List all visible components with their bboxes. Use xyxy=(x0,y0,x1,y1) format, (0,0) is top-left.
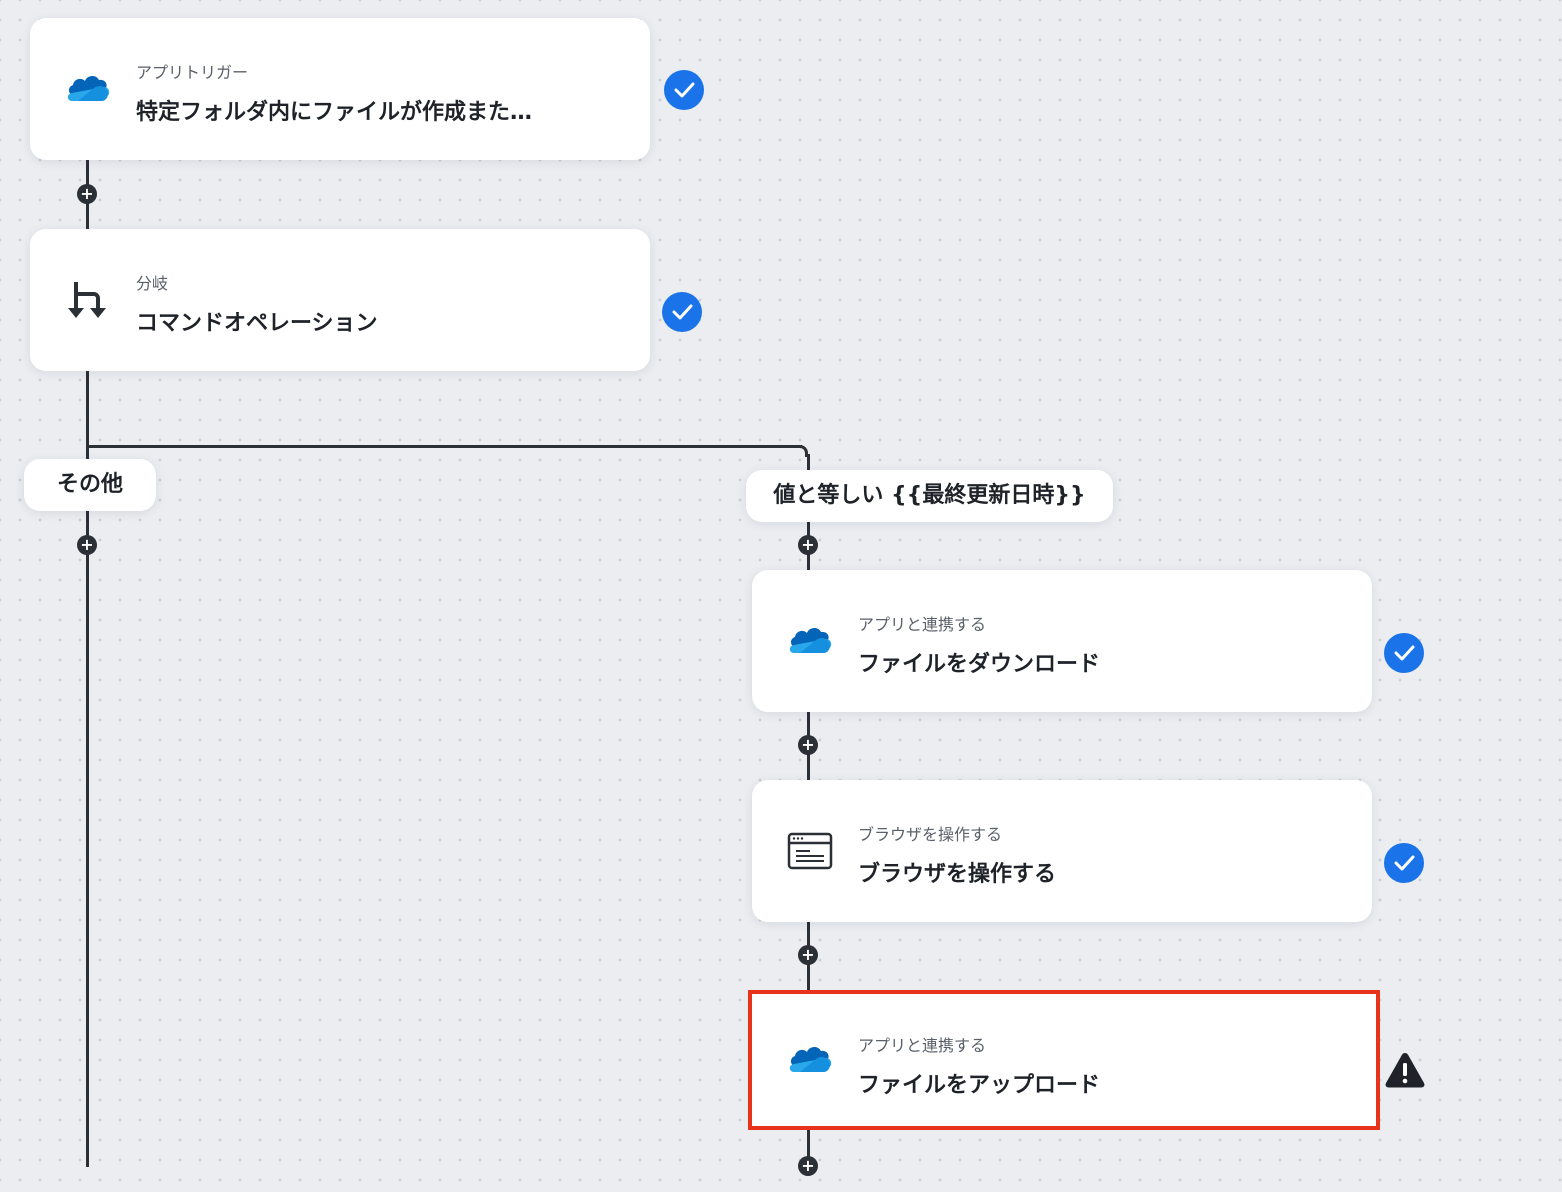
plus-icon: + xyxy=(801,535,815,554)
completed-check-badge xyxy=(664,70,704,110)
branch-icon xyxy=(68,282,106,318)
browser-window-icon xyxy=(787,832,833,870)
check-icon xyxy=(1394,855,1415,871)
branch-step-card[interactable]: 分岐 コマンドオペレーション xyxy=(30,229,650,371)
warning-icon xyxy=(1385,1053,1425,1088)
add-step-button[interactable]: + xyxy=(798,535,818,555)
plus-icon: + xyxy=(801,735,815,754)
browser-step-card[interactable]: ブラウザを操作する ブラウザを操作する xyxy=(752,780,1372,922)
download-step-card[interactable]: アプリと連携する ファイルをダウンロード xyxy=(752,570,1372,712)
branch-label-other[interactable]: その他 xyxy=(24,459,156,511)
plus-icon: + xyxy=(80,535,94,554)
plus-icon: + xyxy=(801,945,815,964)
onedrive-icon xyxy=(67,75,110,101)
branch-label-equals[interactable]: 値と等しい {{最終更新日時}} xyxy=(746,470,1113,522)
step-subtitle: アプリと連携する xyxy=(858,615,987,634)
step-subtitle: アプリトリガー xyxy=(136,63,249,82)
completed-check-badge xyxy=(1384,843,1424,883)
add-step-button[interactable]: + xyxy=(77,535,97,555)
add-step-button[interactable]: + xyxy=(798,1156,818,1176)
step-title: コマンドオペレーション xyxy=(136,311,378,336)
add-step-button[interactable]: + xyxy=(798,945,818,965)
trigger-step-card[interactable]: アプリトリガー 特定フォルダ内にファイルが作成また… xyxy=(30,18,650,160)
plus-icon: + xyxy=(80,184,94,203)
upload-step-card[interactable]: アプリと連携する ファイルをアップロード xyxy=(748,990,1380,1130)
step-subtitle: アプリと連携する xyxy=(858,1036,987,1055)
plus-icon: + xyxy=(801,1156,815,1175)
step-subtitle: ブラウザを操作する xyxy=(858,825,1003,844)
step-title: ファイルをアップロード xyxy=(858,1073,1101,1098)
check-icon xyxy=(672,304,693,320)
completed-check-badge xyxy=(1384,633,1424,673)
check-icon xyxy=(674,82,695,98)
step-title: ファイルをダウンロード xyxy=(858,652,1101,677)
add-step-button[interactable]: + xyxy=(798,735,818,755)
completed-check-badge xyxy=(662,292,702,332)
check-icon xyxy=(1394,645,1415,661)
step-title: ブラウザを操作する xyxy=(858,862,1057,887)
onedrive-icon xyxy=(789,627,832,653)
step-subtitle: 分岐 xyxy=(136,274,169,293)
connector-line xyxy=(86,445,802,448)
step-title: 特定フォルダ内にファイルが作成また… xyxy=(136,100,533,125)
onedrive-icon xyxy=(789,1046,832,1072)
add-step-button[interactable]: + xyxy=(77,184,97,204)
